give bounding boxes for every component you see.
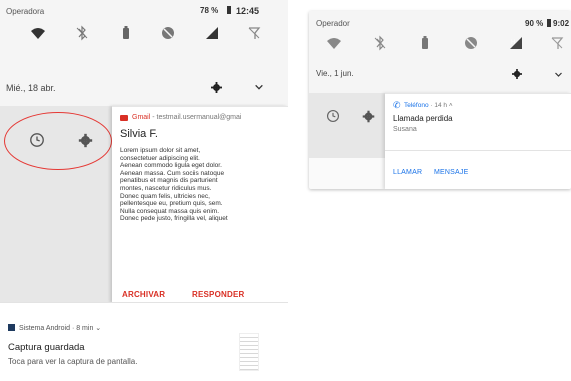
call-back-button[interactable]: LLAMAR — [393, 169, 422, 176]
battery-icon — [547, 19, 551, 27]
notification-settings-icon[interactable] — [360, 108, 376, 124]
expand-chevron-icon[interactable] — [253, 81, 265, 93]
cell-signal-icon[interactable] — [204, 25, 220, 41]
battery-icon — [227, 6, 231, 14]
archive-button[interactable]: ARCHIVAR — [122, 290, 165, 299]
carrier-label: Operador — [316, 19, 350, 28]
wifi-icon[interactable] — [30, 25, 46, 41]
reply-button[interactable]: RESPONDER — [192, 290, 244, 299]
flashlight-icon[interactable] — [417, 35, 433, 51]
call-app-line: Teléfono · 14 h ˄ — [404, 102, 453, 109]
do-not-disturb-icon[interactable] — [463, 35, 479, 51]
email-account: testmail.usermanual@gmai — [156, 114, 242, 121]
call-meta: 14 h — [434, 102, 448, 109]
gmail-icon — [120, 115, 128, 121]
call-title: Llamada perdida — [393, 114, 453, 123]
bluetooth-off-icon[interactable] — [74, 25, 90, 41]
screenshot-thumbnail — [239, 333, 259, 371]
notification-snooze-panel — [0, 106, 112, 302]
date-label: Mié., 18 abr. — [6, 83, 56, 93]
snooze-clock-icon[interactable] — [325, 108, 341, 124]
email-notification-card[interactable]: Gmail - testmail.usermanual@gmai Silvia … — [112, 106, 288, 303]
airplane-mode-icon[interactable] — [246, 25, 262, 41]
battery-percentage: 90 % — [525, 19, 544, 28]
system-app-name: Sistema Android — [19, 325, 70, 332]
system-title: Captura guardada — [8, 342, 85, 353]
quick-settings-panel: Operadora 78 % 12:45 Mié., 18 abr. — [0, 0, 288, 106]
notification-shade-right: Operador 90 % 9:02 H Vie., 1 jun. ✆ Telé… — [309, 11, 571, 189]
clock-time: 12:45 — [236, 6, 260, 16]
chevron-up-icon: ˄ — [448, 102, 453, 109]
date-label: Vie., 1 jun. — [316, 69, 354, 78]
svg-text:H: H — [511, 40, 515, 46]
android-system-icon — [8, 324, 15, 331]
battery-percentage: 78 % — [200, 6, 219, 15]
wifi-icon[interactable] — [326, 35, 342, 51]
flashlight-icon[interactable] — [118, 25, 134, 41]
airplane-mode-icon[interactable] — [549, 35, 565, 51]
quick-settings-panel: Operador 90 % 9:02 H Vie., 1 jun. — [309, 11, 571, 93]
chevron-down-icon: ⌄ — [95, 325, 102, 332]
email-body: Lorem ipsum dolor sit amet, consectetuer… — [120, 147, 228, 223]
call-app-name: Teléfono — [404, 102, 429, 109]
bluetooth-off-icon[interactable] — [372, 35, 388, 51]
mobile-data-icon[interactable]: H — [508, 35, 524, 51]
missed-call-notification-card[interactable]: ✆ Teléfono · 14 h ˄ Llamada perdida Susa… — [385, 93, 571, 189]
system-meta: 8 min — [76, 325, 94, 332]
highlight-annotation-ring — [4, 112, 112, 170]
email-app-line: Gmail - testmail.usermanual@gmai — [132, 114, 241, 121]
system-notification-card[interactable]: Sistema Android · 8 min ⌄ Captura guarda… — [0, 303, 288, 381]
carrier-label: Operadora — [6, 7, 45, 16]
settings-icon[interactable] — [511, 68, 523, 80]
email-sender: Silvia F. — [120, 128, 158, 140]
system-text: Toca para ver la captura de pantalla. — [8, 357, 138, 366]
notification-shade-left: Operadora 78 % 12:45 Mié., 18 abr. Gmail… — [0, 0, 288, 381]
email-app-name: Gmail — [132, 114, 151, 121]
settings-icon[interactable] — [210, 81, 222, 93]
do-not-disturb-icon[interactable] — [160, 25, 176, 41]
phone-missed-icon: ✆ — [393, 100, 401, 110]
notification-snooze-panel — [309, 93, 385, 158]
caller-name: Susana — [393, 126, 417, 133]
message-button[interactable]: MENSAJE — [434, 169, 468, 176]
actions-divider — [385, 150, 571, 151]
expand-chevron-icon[interactable] — [552, 68, 564, 80]
system-app-line: Sistema Android · 8 min ⌄ — [19, 324, 101, 332]
clock-time: 9:02 — [553, 19, 570, 28]
